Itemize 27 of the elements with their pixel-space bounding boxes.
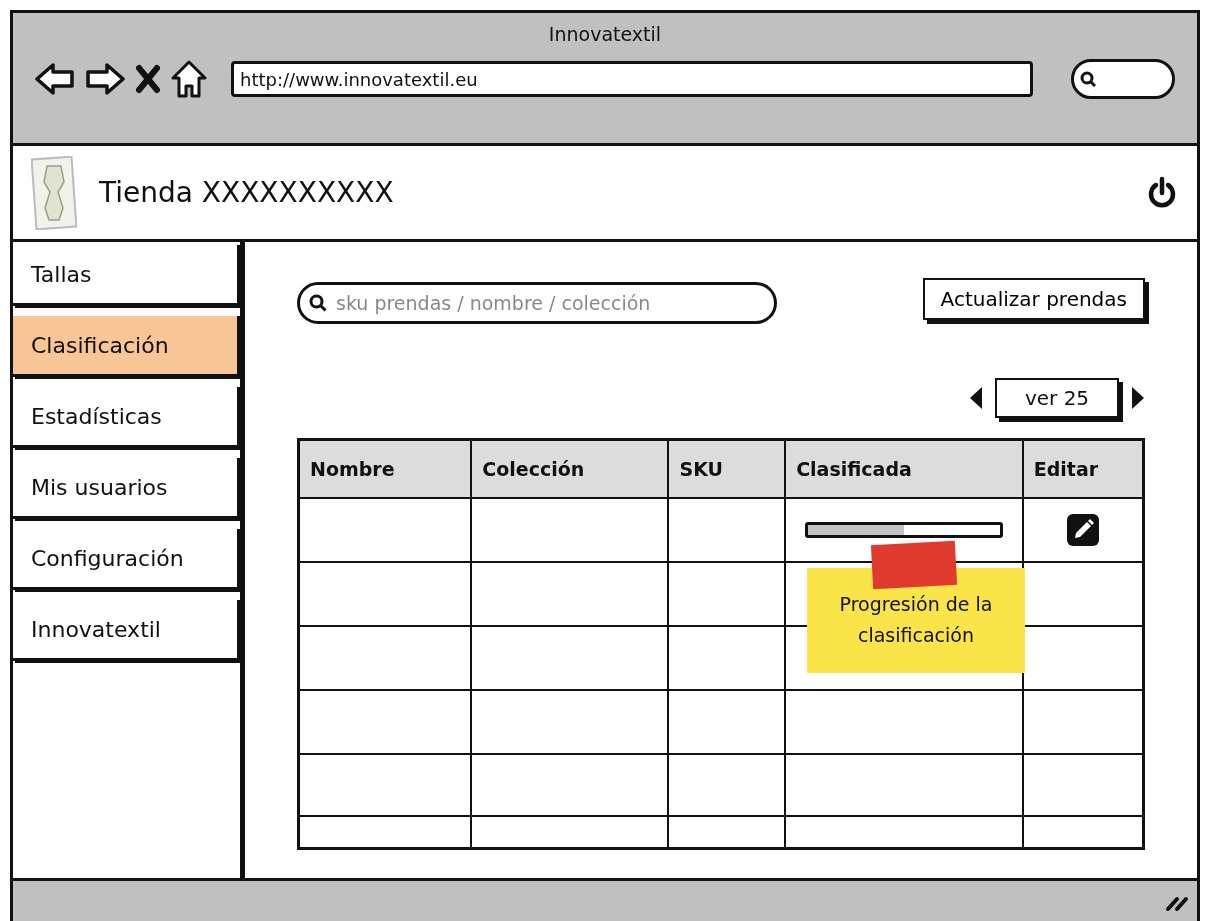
sidebar-item[interactable]: Configuración xyxy=(13,529,240,590)
column-header: SKU xyxy=(668,439,786,498)
previous-icon[interactable] xyxy=(969,386,983,410)
next-icon[interactable] xyxy=(1131,386,1145,410)
search-icon xyxy=(1080,71,1096,87)
close-icon[interactable] xyxy=(135,64,161,94)
forward-icon[interactable] xyxy=(85,62,125,96)
browser-title: Innovatextil xyxy=(548,23,662,45)
sidebar-item[interactable]: Clasificación xyxy=(13,316,240,377)
column-header: Nombre xyxy=(298,439,472,498)
search-field[interactable]: sku prendas / nombre / colección xyxy=(297,282,777,324)
edit-icon[interactable] xyxy=(1065,513,1100,547)
store-title: Tienda XXXXXXXXXX xyxy=(99,176,395,209)
column-header: Clasificada xyxy=(785,439,1023,498)
browser-search-field[interactable] xyxy=(1071,59,1175,99)
power-icon[interactable] xyxy=(1147,175,1177,210)
sidebar-item[interactable]: Tallas xyxy=(13,245,240,306)
sidebar-item[interactable]: Mis usuarios xyxy=(13,458,240,519)
home-icon[interactable] xyxy=(171,60,207,98)
column-header: Editar xyxy=(1022,439,1144,498)
sticky-note: Progresión de la clasificación xyxy=(807,568,1025,673)
back-icon[interactable] xyxy=(35,62,75,96)
sidebar-item[interactable]: Estadísticas xyxy=(13,387,240,448)
column-header: Colección xyxy=(471,439,669,498)
sidebar-item[interactable]: Innovatextil xyxy=(13,600,240,661)
url-field[interactable]: http://www.innovatextil.eu xyxy=(231,61,1033,97)
search-icon xyxy=(309,294,327,312)
